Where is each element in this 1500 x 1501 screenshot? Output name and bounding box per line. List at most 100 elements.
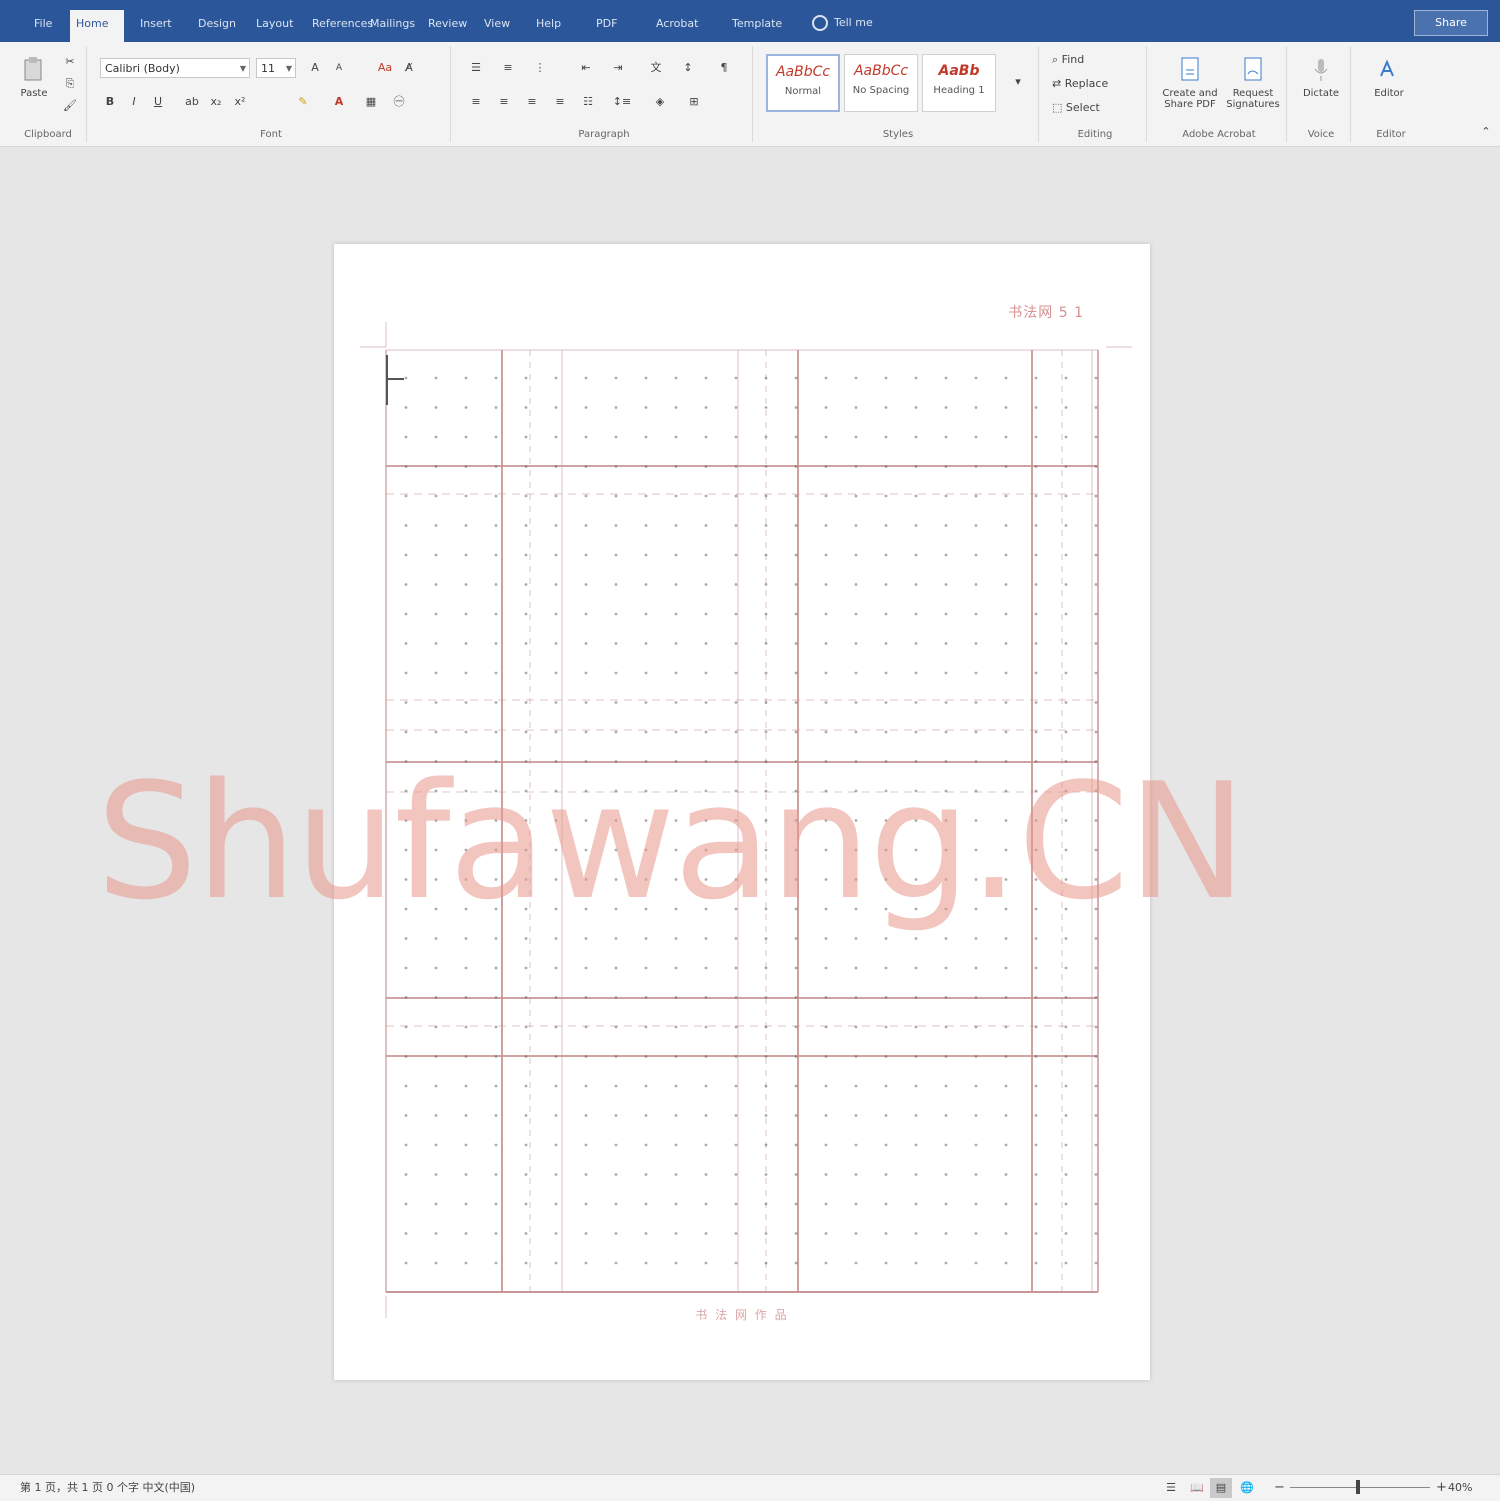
grid-dot	[464, 848, 468, 852]
zoom-out-icon[interactable]: −	[1274, 1475, 1285, 1501]
grid-dot	[1004, 642, 1008, 645]
grid-dot	[494, 760, 498, 763]
grid-dot	[854, 996, 858, 999]
grid-dot	[944, 1025, 948, 1029]
focus-mode-icon[interactable]: ☰	[1160, 1478, 1182, 1498]
status-text: 第 1 页，共 1 页 0 个字 中文(中国)	[20, 1481, 196, 1494]
grid-dot	[1094, 494, 1098, 498]
grid-dot	[1094, 1025, 1098, 1029]
grid-dot	[554, 819, 558, 822]
grid-dot	[704, 1232, 708, 1235]
grid-dot	[524, 435, 528, 439]
grid-dot	[614, 907, 618, 911]
grid-dot	[794, 789, 798, 793]
grid-dot	[794, 996, 798, 999]
grid-dot	[404, 1055, 408, 1058]
grid-dot	[1034, 1202, 1038, 1206]
grid-dot	[944, 701, 948, 704]
grid-dot	[854, 1025, 858, 1029]
grid-dot	[434, 966, 438, 970]
grid-dot	[974, 1084, 978, 1088]
grid-dot	[884, 583, 888, 586]
grid-dot	[974, 730, 978, 734]
grid-dot	[524, 465, 528, 468]
grid-dot	[914, 789, 918, 793]
grid-dot	[1034, 789, 1038, 793]
grid-dot	[884, 760, 888, 763]
grid-dot	[734, 1173, 738, 1176]
grid-dot	[494, 1055, 498, 1058]
grid-dot	[464, 465, 468, 468]
grid-dot	[644, 465, 648, 468]
grid-dot	[404, 583, 408, 586]
grid-dot	[554, 848, 558, 852]
grid-dot	[824, 1025, 828, 1029]
zoom-in-icon[interactable]: +	[1436, 1475, 1447, 1501]
grid-dot	[764, 524, 768, 527]
grid-dot	[644, 1084, 648, 1088]
grid-dot	[1004, 1114, 1008, 1117]
grid-dot	[674, 671, 678, 675]
grid-dot	[944, 937, 948, 940]
grid-dot	[854, 1232, 858, 1235]
grid-dot	[854, 583, 858, 586]
print-layout-icon[interactable]: ▤	[1210, 1478, 1232, 1498]
grid-dot	[554, 966, 558, 970]
grid-dot	[854, 642, 858, 645]
grid-dot	[614, 553, 618, 557]
grid-dot	[884, 1084, 888, 1088]
grid-dot	[584, 583, 588, 586]
grid-dot	[1034, 583, 1038, 586]
grid-dot	[764, 996, 768, 999]
grid-dot	[854, 612, 858, 616]
grid-dot	[644, 1143, 648, 1147]
grid-dot	[764, 907, 768, 911]
grid-dot	[584, 1261, 588, 1265]
zoom-slider-thumb[interactable]	[1356, 1480, 1360, 1494]
grid-dot	[1064, 819, 1068, 822]
grid-dot	[1004, 583, 1008, 586]
grid-dot	[584, 465, 588, 468]
grid-dot	[794, 524, 798, 527]
grid-dot	[1094, 966, 1098, 970]
grid-dot	[614, 819, 618, 822]
grid-dot	[944, 730, 948, 734]
grid-dot	[524, 583, 528, 586]
read-mode-icon[interactable]: 📖	[1186, 1478, 1208, 1498]
grid-dot	[584, 524, 588, 527]
grid-dot	[434, 1173, 438, 1176]
zoom-level[interactable]: 40%	[1448, 1475, 1472, 1501]
grid-dot	[1004, 789, 1008, 793]
grid-dot	[1034, 848, 1038, 852]
grid-dot	[734, 406, 738, 409]
web-layout-icon[interactable]: 🌐	[1236, 1478, 1258, 1498]
grid-dot	[884, 878, 888, 881]
grid-dot	[1094, 819, 1098, 822]
grid-dot	[884, 1173, 888, 1176]
grid-dot	[1094, 524, 1098, 527]
grid-dot	[944, 760, 948, 763]
grid-dot	[734, 1232, 738, 1235]
grid-dot	[884, 1143, 888, 1147]
grid-dot	[944, 553, 948, 557]
grid-dot	[734, 671, 738, 675]
grid-dot	[644, 730, 648, 734]
grid-dot	[1064, 1261, 1068, 1265]
grid-dot	[524, 701, 528, 704]
grid-dot	[644, 494, 648, 498]
grid-dot	[674, 1025, 678, 1029]
grid-dot	[1034, 760, 1038, 763]
grid-dot	[1034, 524, 1038, 527]
grid-dot	[794, 376, 798, 380]
grid-dot	[614, 1173, 618, 1176]
zoom-slider[interactable]	[1290, 1487, 1430, 1488]
grid-dot	[974, 465, 978, 468]
grid-dot	[914, 1114, 918, 1117]
grid-dot	[794, 878, 798, 881]
grid-dot	[854, 1084, 858, 1088]
grid-dot	[824, 907, 828, 911]
grid-dot	[794, 494, 798, 498]
grid-dot	[404, 996, 408, 999]
grid-dot	[554, 671, 558, 675]
grid-dot	[974, 966, 978, 970]
